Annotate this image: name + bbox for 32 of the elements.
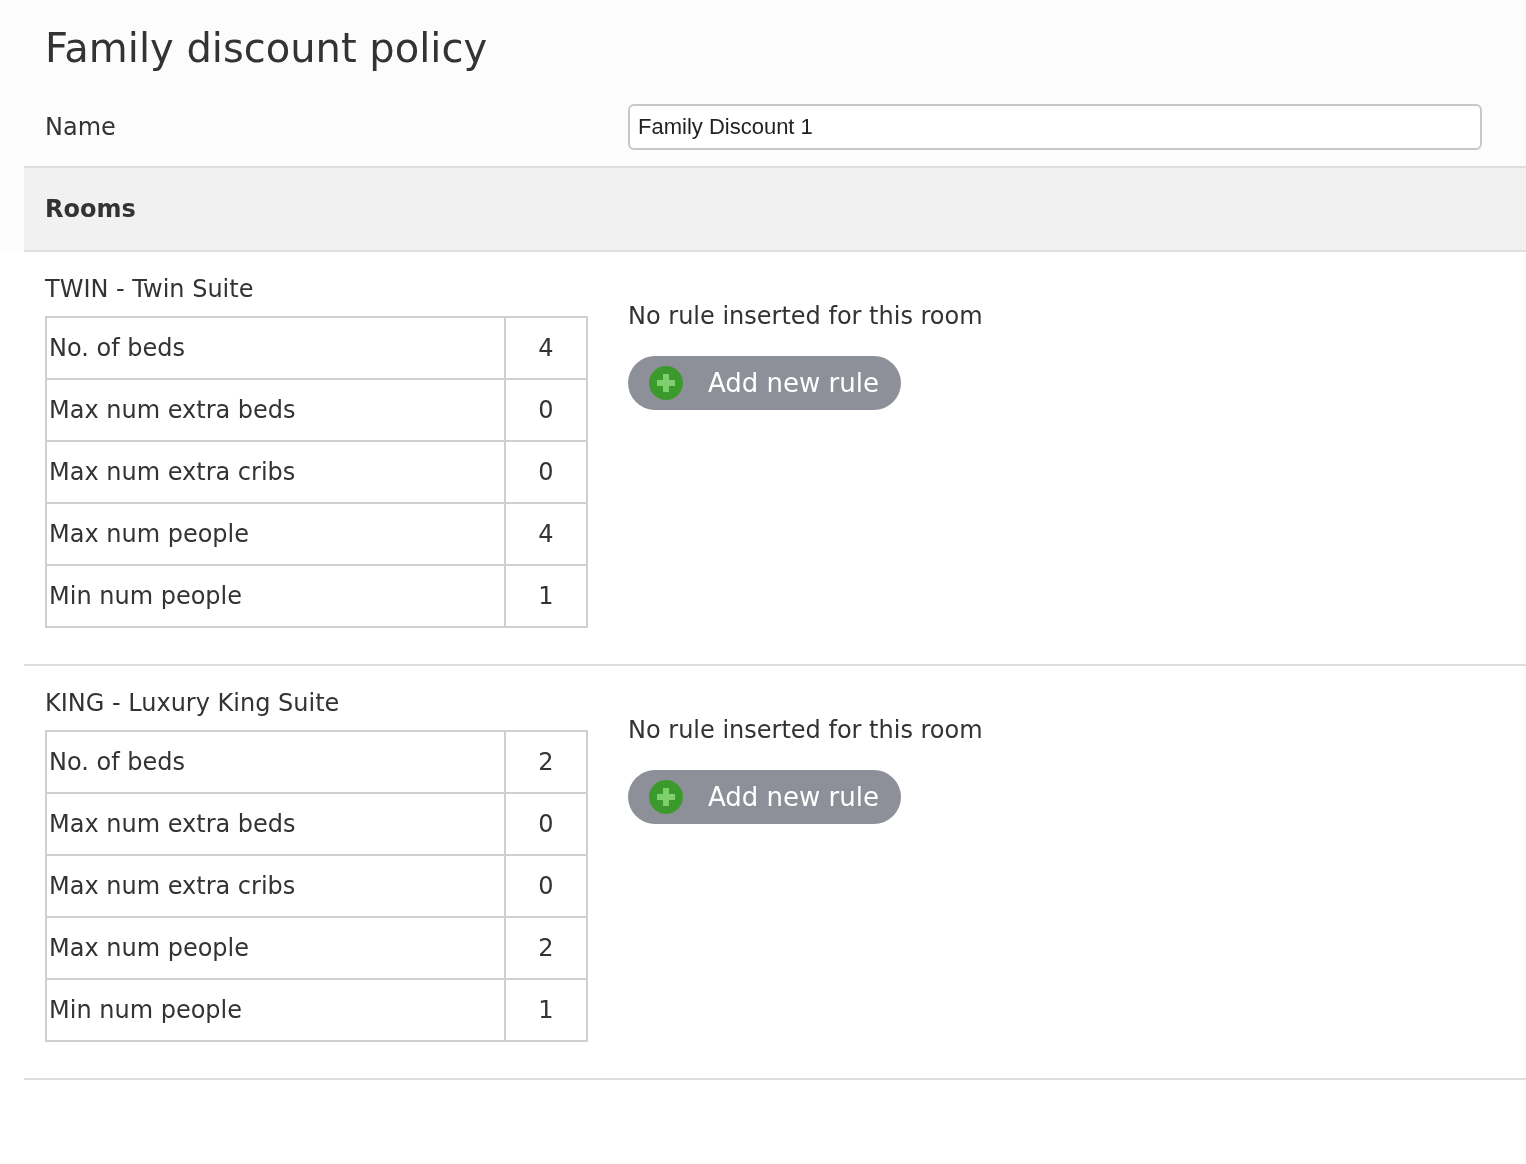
room-title: KING - Luxury King Suite (45, 688, 340, 719)
add-rule-button[interactable]: Add new rule (628, 356, 901, 410)
plus-icon (648, 365, 684, 401)
page-title: Family discount policy (44, 24, 489, 73)
spec-value: 4 (505, 317, 587, 379)
name-label: Name (45, 113, 117, 141)
spec-label: No. of beds (46, 317, 505, 379)
spec-value: 1 (505, 565, 587, 627)
spec-label: Max num extra beds (46, 793, 505, 855)
spec-value: 0 (505, 441, 587, 503)
spec-value: 4 (505, 503, 587, 565)
spec-label: Max num extra cribs (46, 441, 505, 503)
empty-rules-message: No rule inserted for this room (628, 716, 983, 744)
plus-icon (648, 779, 684, 815)
spec-label: Max num extra cribs (46, 855, 505, 917)
spec-label: Min num people (46, 979, 505, 1041)
spec-label: Max num extra beds (46, 379, 505, 441)
empty-rules-message: No rule inserted for this room (628, 302, 983, 330)
room-title: TWIN - Twin Suite (45, 274, 254, 305)
section-header-title: Rooms (45, 195, 136, 223)
spec-label: Max num people (46, 917, 505, 979)
spec-value: 2 (505, 917, 587, 979)
spec-label: Min num people (46, 565, 505, 627)
spec-label: Max num people (46, 503, 505, 565)
name-input[interactable]: Family Discount 1 (628, 104, 1482, 150)
spec-value: 0 (505, 793, 587, 855)
spec-label: No. of beds (46, 731, 505, 793)
add-rule-button[interactable]: Add new rule (628, 770, 901, 824)
spec-value: 0 (505, 855, 587, 917)
spec-value: 1 (505, 979, 587, 1041)
spec-value: 0 (505, 379, 587, 441)
spec-value: 2 (505, 731, 587, 793)
